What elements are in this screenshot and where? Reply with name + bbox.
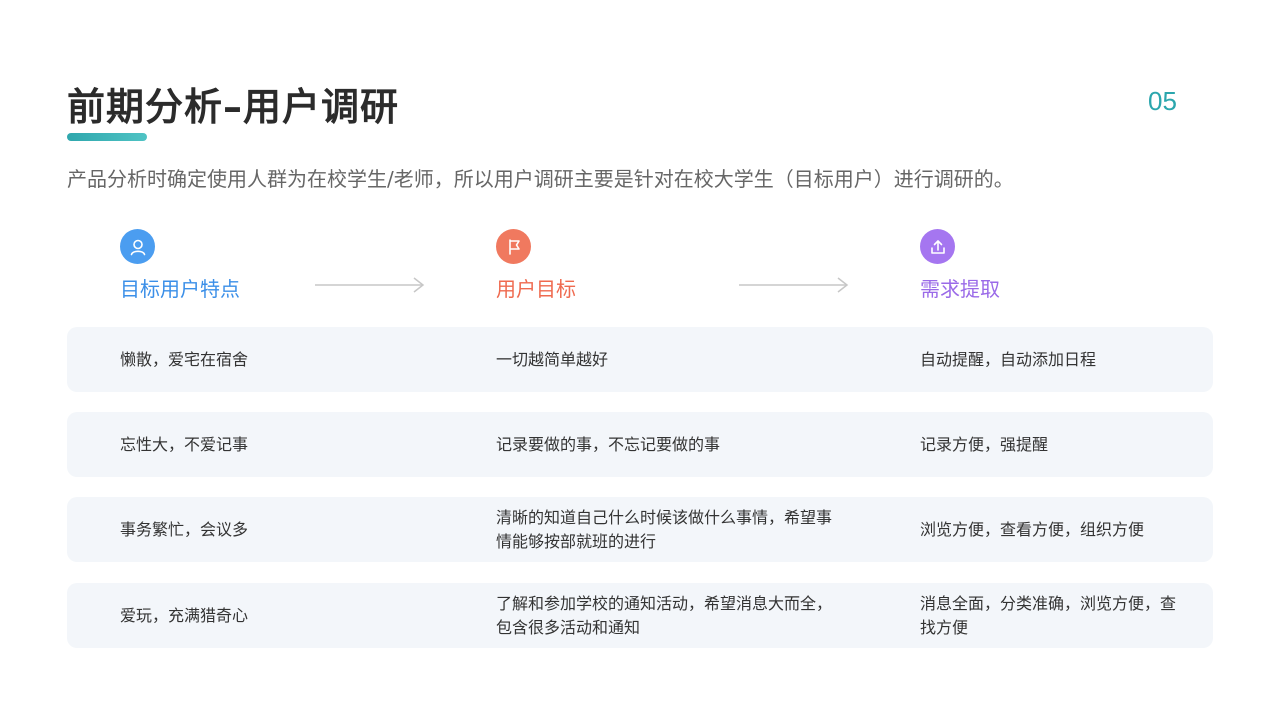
upload-icon <box>920 229 955 264</box>
row-need: 浏览方便，查看方便，组织方便 <box>920 519 1145 539</box>
arrow-right-icon <box>739 277 849 293</box>
row-need: 消息全面，分类准确，浏览方便，查找方便 <box>920 593 1177 637</box>
table-row: 爱玩，充满猎奇心 了解和参加学校的通知活动，希望消息大而全，包含很多活动和通知 … <box>67 583 1213 648</box>
column-label-goals: 用户目标 <box>496 277 576 301</box>
table-row: 事务繁忙，会议多 清晰的知道自己什么时候该做什么事情，希望事情能够按部就班的进行… <box>67 497 1213 562</box>
page-number: 05 <box>1148 86 1177 116</box>
row-trait: 爱玩，充满猎奇心 <box>120 605 249 625</box>
row-goal: 一切越简单越好 <box>496 349 609 369</box>
column-header-needs: 需求提取 <box>920 229 1000 302</box>
row-need: 自动提醒，自动添加日程 <box>920 349 1097 369</box>
row-goal: 记录要做的事，不忘记要做的事 <box>496 434 721 454</box>
column-header-goals: 用户目标 <box>496 229 576 302</box>
row-trait: 忘性大，不爱记事 <box>120 434 249 454</box>
row-trait: 事务繁忙，会议多 <box>120 519 249 539</box>
page-title: 前期分析–用户调研 <box>67 85 400 129</box>
table-row: 懒散，爱宅在宿舍 一切越简单越好 自动提醒，自动添加日程 <box>67 327 1213 392</box>
row-need: 记录方便，强提醒 <box>920 434 1049 454</box>
row-goal: 清晰的知道自己什么时候该做什么事情，希望事情能够按部就班的进行 <box>496 507 833 551</box>
column-label-traits: 目标用户特点 <box>120 277 240 301</box>
row-trait: 懒散，爱宅在宿舍 <box>120 349 249 369</box>
column-header-traits: 目标用户特点 <box>120 229 240 302</box>
row-goal: 了解和参加学校的通知活动，希望消息大而全，包含很多活动和通知 <box>496 593 833 637</box>
intro-text: 产品分析时确定使用人群为在校学生/老师，所以用户调研主要是针对在校大学生（目标用… <box>67 167 1014 191</box>
arrow-right-icon <box>315 277 425 293</box>
title-underline <box>67 133 147 141</box>
table-row: 忘性大，不爱记事 记录要做的事，不忘记要做的事 记录方便，强提醒 <box>67 412 1213 477</box>
user-icon <box>120 229 155 264</box>
column-label-needs: 需求提取 <box>920 277 1000 301</box>
flag-icon <box>496 229 531 264</box>
